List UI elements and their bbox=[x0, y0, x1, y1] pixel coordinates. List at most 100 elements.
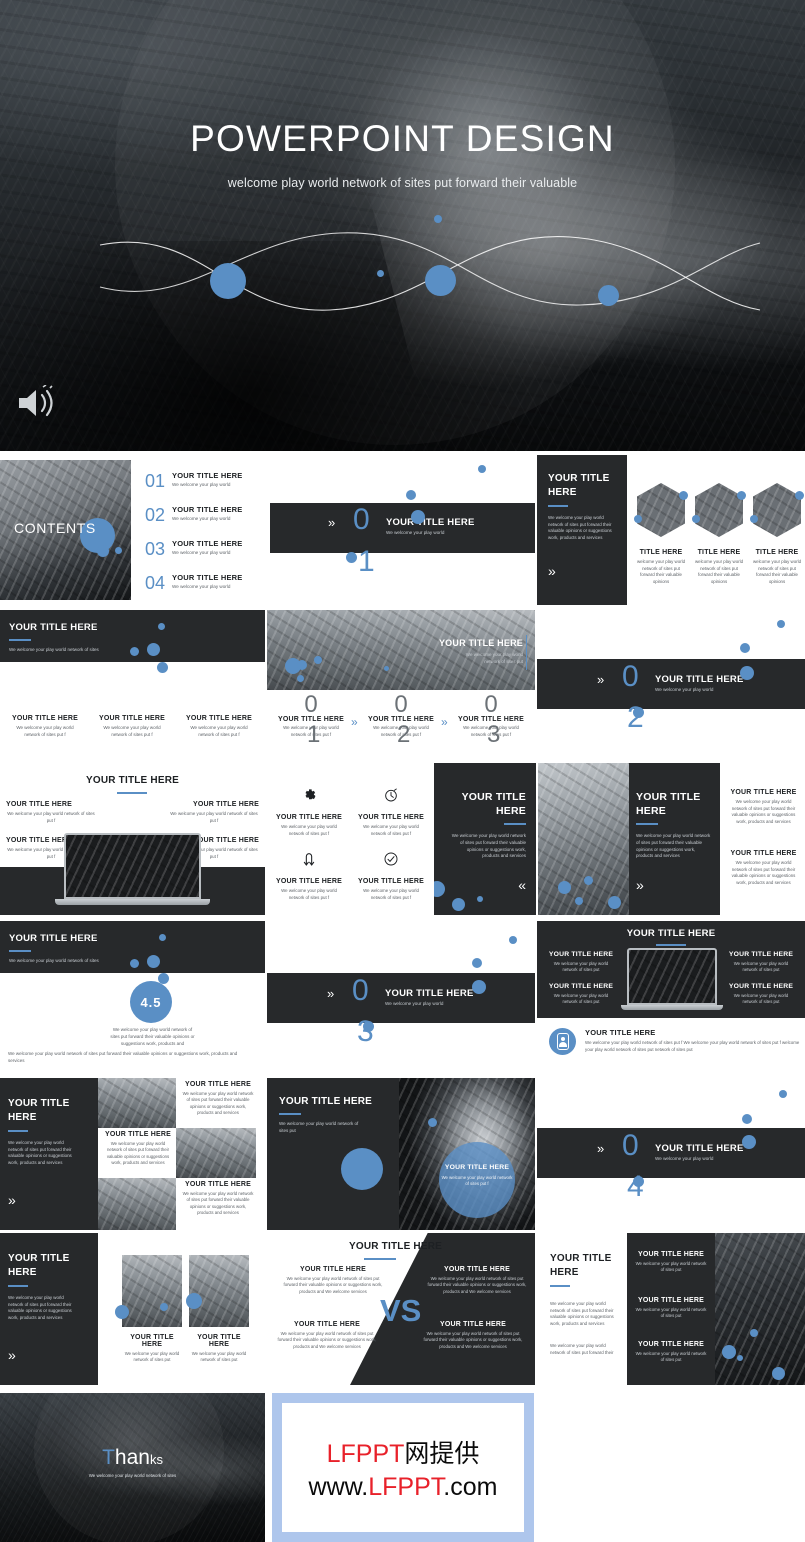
slide-mosaic[interactable]: YOUR TITLE HERE We welcome your play wor… bbox=[0, 1078, 265, 1230]
three-col-dot-d bbox=[157, 662, 168, 673]
contents-item-02[interactable]: 02 YOUR TITLE HERE We welcome your play … bbox=[145, 505, 243, 526]
gallery-two-title-line2: HERE bbox=[8, 1267, 37, 1278]
watermark-line-2-brand: LFPPT bbox=[368, 1472, 444, 1501]
gallery-two-dot-a bbox=[115, 1305, 129, 1319]
gallery-two-photo-2 bbox=[189, 1255, 249, 1327]
steps-item-2[interactable]: 0 YOUR TITLE HERE We welcome your play w… bbox=[361, 693, 441, 747]
icons-four-item-4[interactable]: YOUR TITLE HERE We welcome your play wor… bbox=[351, 851, 431, 901]
slide-woman-circle[interactable]: YOUR TITLE HERE We welcome your play wor… bbox=[267, 1078, 535, 1230]
slide-gallery-two[interactable]: YOUR TITLE HERE We welcome your play wor… bbox=[0, 1233, 265, 1385]
slide-list-right[interactable]: YOUR TITLE HERE We welcome your play wor… bbox=[537, 1233, 805, 1385]
steps-photo-body: We welcome your play world network of si… bbox=[465, 652, 523, 664]
woman-circle-body: We welcome your play world network of si… bbox=[441, 1175, 513, 1187]
contents-item-01-number: 01 bbox=[145, 471, 166, 491]
slide-section-01[interactable]: » 0 1 YOUR TITLE HERE We welcome your pl… bbox=[270, 455, 535, 605]
slide-intro-dark[interactable]: YOUR TITLE HERE We welcome your play wor… bbox=[537, 455, 627, 605]
slide-team[interactable]: TITLE HERE welcome your play world netwo… bbox=[629, 455, 805, 605]
versus-left-item-1[interactable]: YOUR TITLE HERE We welcome your play wor… bbox=[281, 1266, 385, 1295]
two-block-item-1[interactable]: YOUR TITLE HERE We welcome your play wor… bbox=[725, 789, 802, 825]
mosaic-card-1[interactable]: YOUR TITLE HERE We welcome your play wor… bbox=[178, 1081, 258, 1117]
team-member-1-dot-tr bbox=[679, 491, 688, 500]
section-01-chevron-icon: » bbox=[328, 515, 336, 530]
rating-dot-b bbox=[130, 959, 139, 968]
mosaic-card-3[interactable]: YOUR TITLE HERE We welcome your play wor… bbox=[178, 1181, 258, 1217]
speaker-icon[interactable] bbox=[15, 385, 59, 421]
watermark-line-1-suffix: 网提供 bbox=[404, 1439, 480, 1468]
gallery-two-card-1[interactable]: YOUR TITLE HERE We welcome your play wor… bbox=[122, 1255, 182, 1364]
icons-four-item-2[interactable]: YOUR TITLE HERE We welcome your play wor… bbox=[351, 787, 431, 837]
team-member-2[interactable]: TITLE HERE welcome your play world netwo… bbox=[691, 483, 747, 585]
intro-dark-chevron-icon: » bbox=[548, 563, 556, 579]
slide-laptop-four[interactable]: YOUR TITLE HERE YOUR TITLE HERE We welco… bbox=[0, 765, 265, 915]
slide-rating[interactable]: YOUR TITLE HERE We welcome your play wor… bbox=[0, 921, 265, 1073]
section-03-body: We welcome your play world bbox=[385, 1001, 444, 1006]
slide-steps[interactable]: YOUR TITLE HERE We welcome your play wor… bbox=[267, 610, 535, 755]
gear-icon bbox=[305, 789, 316, 800]
dark-laptop-item-1[interactable]: YOUR TITLE HERE We welcome your play wor… bbox=[541, 951, 621, 974]
section-04-chevron-icon: » bbox=[597, 1141, 605, 1156]
versus-left-item-2-body: We welcome your play world network of si… bbox=[277, 1331, 377, 1349]
laptop-four-item-3[interactable]: YOUR TITLE HERE We welcome your play wor… bbox=[169, 801, 259, 824]
slide-three-column[interactable]: YOUR TITLE HERE We welcome your play wor… bbox=[0, 610, 265, 755]
icons-four-item-3[interactable]: YOUR TITLE HERE We welcome your play wor… bbox=[269, 851, 349, 901]
list-right-item-3[interactable]: YOUR TITLE HERE We welcome your play wor… bbox=[629, 1341, 713, 1364]
slide-photo-text-panel[interactable]: YOUR TITLE HERE We welcome your play wor… bbox=[538, 763, 720, 915]
list-right-item-1[interactable]: YOUR TITLE HERE We welcome your play wor… bbox=[629, 1251, 713, 1274]
team-member-1[interactable]: TITLE HERE welcome your play world netwo… bbox=[633, 483, 689, 585]
photo-text-photo bbox=[538, 763, 629, 915]
dark-laptop-item-4[interactable]: YOUR TITLE HERE We welcome your play wor… bbox=[721, 983, 801, 1006]
laptop-four-item-1[interactable]: YOUR TITLE HERE We welcome your play wor… bbox=[6, 801, 96, 824]
two-block-item-2-body: We welcome your play world network of si… bbox=[731, 860, 796, 885]
contents-item-04[interactable]: 04 YOUR TITLE HERE We welcome your play … bbox=[145, 573, 243, 594]
slide-dark-laptop[interactable]: YOUR TITLE HERE YOUR TITLE HERE We welco… bbox=[537, 918, 805, 1078]
versus-left-item-2[interactable]: YOUR TITLE HERE We welcome your play wor… bbox=[275, 1321, 379, 1350]
team-member-3-dot-bl bbox=[750, 515, 758, 523]
slide-thanks[interactable]: Thanks We welcome your play world networ… bbox=[0, 1393, 265, 1542]
slide-section-03[interactable]: » 0 3 YOUR TITLE HERE We welcome your pl… bbox=[267, 918, 535, 1078]
versus-right-item-1[interactable]: YOUR TITLE HERE We welcome your play wor… bbox=[425, 1266, 529, 1295]
laptop-four-laptop-mockup bbox=[55, 833, 210, 905]
photo-text-chevron-icon: » bbox=[636, 877, 644, 893]
thanks-word: Thanks bbox=[0, 1446, 265, 1470]
slide-dark-text-panel[interactable]: YOUR TITLE HERE We welcome your play wor… bbox=[434, 763, 536, 915]
list-right-photo bbox=[715, 1233, 805, 1385]
dark-laptop-callout-body: We welcome your play world network of si… bbox=[585, 1040, 800, 1052]
slide-versus[interactable]: YOUR TITLE HERE YOUR TITLE HERE We welco… bbox=[267, 1233, 535, 1385]
slide-two-block-right[interactable]: YOUR TITLE HERE We welcome your play wor… bbox=[722, 763, 805, 915]
mosaic-card-1-body: We welcome your play world network of si… bbox=[182, 1091, 254, 1116]
three-col-item-2[interactable]: YOUR TITLE HERE We welcome your play wor… bbox=[92, 715, 172, 739]
dark-laptop-item-3[interactable]: YOUR TITLE HERE We welcome your play wor… bbox=[721, 951, 801, 974]
mosaic-card-2[interactable]: YOUR TITLE HERE We welcome your play wor… bbox=[99, 1131, 177, 1167]
list-right-item-2[interactable]: YOUR TITLE HERE We welcome your play wor… bbox=[629, 1297, 713, 1320]
steps-item-1[interactable]: 0 YOUR TITLE HERE We welcome your play w… bbox=[271, 693, 351, 747]
versus-right-item-2-title: YOUR TITLE HERE bbox=[439, 1321, 506, 1328]
hero-subtitle: welcome play world network of sites put … bbox=[227, 176, 578, 190]
dark-laptop-callout[interactable]: YOUR TITLE HERE We welcome your play wor… bbox=[549, 1028, 800, 1055]
gallery-two-card-1-body: We welcome your play world network of si… bbox=[124, 1351, 180, 1363]
watermark-line-1-brand: LFPPT bbox=[326, 1439, 405, 1468]
section-02-dot-b bbox=[740, 643, 750, 653]
slide-icons-four[interactable]: YOUR TITLE HERE We welcome your play wor… bbox=[267, 765, 432, 915]
contents-item-01[interactable]: 01 YOUR TITLE HERE We welcome your play … bbox=[145, 471, 243, 492]
gallery-two-title-line1: YOUR TITLE bbox=[8, 1253, 70, 1264]
versus-right-item-2[interactable]: YOUR TITLE HERE We welcome your play wor… bbox=[421, 1321, 525, 1350]
slide-section-02[interactable]: » 0 2 YOUR TITLE HERE We welcome your pl… bbox=[537, 605, 805, 760]
section-01-dot-a bbox=[478, 465, 486, 473]
team-member-3[interactable]: TITLE HERE welcome your play world netwo… bbox=[749, 483, 805, 585]
steps-item-3[interactable]: 0 YOUR TITLE HERE We welcome your play w… bbox=[451, 693, 531, 747]
three-col-item-3[interactable]: YOUR TITLE HERE We welcome your play wor… bbox=[179, 715, 259, 739]
team-member-2-dot-tr bbox=[737, 491, 746, 500]
icons-four-item-1[interactable]: YOUR TITLE HERE We welcome your play wor… bbox=[269, 787, 349, 837]
two-block-item-2[interactable]: YOUR TITLE HERE We welcome your play wor… bbox=[725, 850, 802, 886]
slide-section-04[interactable]: » 0 4 YOUR TITLE HERE We welcome your pl… bbox=[537, 1078, 805, 1233]
thumb-row-7: Thanks We welcome your play world networ… bbox=[0, 1393, 805, 1542]
steps-dot-e bbox=[384, 666, 389, 671]
three-col-item-1[interactable]: YOUR TITLE HERE We welcome your play wor… bbox=[5, 715, 85, 739]
list-right-title-line2: HERE bbox=[550, 1267, 579, 1278]
gallery-two-card-2[interactable]: YOUR TITLE HERE We welcome your play wor… bbox=[189, 1255, 249, 1364]
slide-contents[interactable]: CONTENTS 01 YOUR TITLE HERE We welcome y… bbox=[0, 460, 268, 600]
dark-laptop-item-2[interactable]: YOUR TITLE HERE We welcome your play wor… bbox=[541, 983, 621, 1006]
contents-item-03[interactable]: 03 YOUR TITLE HERE We welcome your play … bbox=[145, 539, 243, 560]
laptop-four-header-rule bbox=[117, 792, 147, 794]
contents-item-02-number: 02 bbox=[145, 505, 166, 525]
